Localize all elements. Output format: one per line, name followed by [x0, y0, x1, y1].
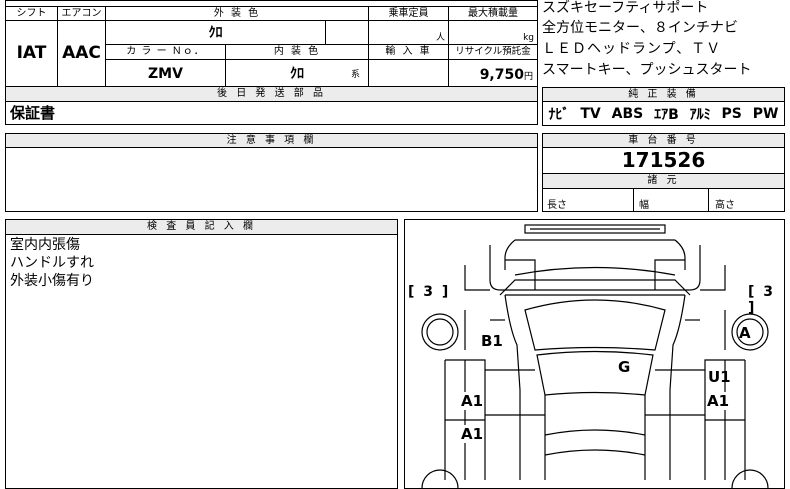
specs-row: 長さ 幅 高さ — [542, 188, 785, 212]
genuine-item: ｴｱB — [654, 106, 679, 123]
car-diagram: [ 3 ] [ 3 ] A B1 G U1 A1 A1 A1 — [404, 219, 785, 489]
damage-mark-a1-right: A1 — [707, 392, 730, 410]
inspector-line: 外装小傷有り — [10, 273, 94, 289]
recycle-unit: 円 — [523, 72, 533, 82]
interior-color-header: 内 装 色 — [226, 45, 369, 60]
right-bracket-label: [ 3 ] — [748, 284, 776, 316]
aircon-header: エアコン — [58, 7, 106, 21]
later-parts-value: 保証書 — [5, 101, 538, 125]
genuine-item: TV — [580, 105, 601, 122]
inspector-body: 室内内張傷 ハンドルすれ 外装小傷有り — [5, 234, 398, 489]
capacity-unit: 人 — [369, 21, 449, 45]
width-label: 幅 — [639, 200, 649, 211]
shift-value: IAT — [6, 21, 58, 86]
exterior-color-header: 外 装 色 — [106, 7, 369, 21]
chassis-header: 車 台 番 号 — [542, 133, 785, 148]
aircon-value: AAC — [58, 21, 106, 86]
inspector-line: 室内内張傷 — [10, 237, 80, 253]
damage-mark-a1-left-rear: A1 — [461, 425, 484, 443]
damage-mark-g: G — [618, 358, 631, 376]
inspector-line: ハンドルすれ — [10, 255, 94, 271]
damage-mark-b1: B1 — [481, 332, 503, 350]
interior-color-suffix: 系 — [351, 70, 361, 80]
notes-body — [5, 147, 538, 212]
color-no-header: カ ラ ー Ｎｏ． — [106, 45, 226, 60]
load-unit: kg — [449, 21, 537, 45]
recycle-value: 9,750 — [479, 67, 524, 83]
recycle-value-cell: 9,750円 — [449, 60, 537, 86]
genuine-item: PW — [752, 105, 779, 122]
max-load-header: 最大積載量 — [449, 7, 537, 21]
genuine-items: ﾅﾋﾞ TV ABS ｴｱB ｱﾙﾐ PS PW — [542, 101, 785, 126]
genuine-header: 純 正 装 備 — [542, 87, 785, 102]
height-label: 高さ — [715, 200, 735, 211]
genuine-item: ABS — [611, 105, 644, 122]
car-outline — [421, 224, 769, 488]
damage-mark-a1-left: A1 — [461, 392, 484, 410]
interior-color-value: ｸﾛ — [226, 60, 369, 86]
recycle-header: リサイクル預託金 — [449, 45, 537, 60]
damage-mark-a: A — [739, 324, 751, 342]
capacity-header: 乗車定員 — [369, 7, 449, 21]
exterior-color-value: ｸﾛ — [106, 21, 326, 45]
damage-mark-u1: U1 — [708, 368, 731, 386]
shift-header: シフト — [6, 7, 58, 21]
inspector-header: 検 査 員 記 入 欄 — [5, 219, 398, 235]
length-label: 長さ — [547, 200, 567, 211]
color-no-value: ZMV — [106, 60, 226, 86]
vehicle-info-table: シフト エアコン 外 装 色 乗車定員 最大積載量 IAT AAC ｸﾛ 人 k… — [5, 0, 538, 87]
genuine-item: ﾅﾋﾞ — [548, 106, 570, 123]
import-header: 輸 入 車 — [369, 45, 449, 60]
genuine-item: ｱﾙﾐ — [689, 106, 711, 123]
specs-header: 諸 元 — [542, 173, 785, 189]
left-bracket-label: [ 3 ] — [408, 284, 451, 300]
notes-header: 注 意 事 項 欄 — [5, 133, 538, 148]
feature-line: ＬＥＤヘッドランプ、ＴＶ — [542, 41, 722, 57]
later-parts-header: 後 日 発 送 部 品 — [5, 87, 538, 102]
genuine-item: PS — [721, 105, 742, 122]
feature-line: 全方位モニター、８インチナビ — [542, 20, 738, 36]
feature-line: スマートキー、プッシュスタート — [542, 62, 752, 78]
feature-line: スズキセーフティサポート — [542, 0, 709, 16]
chassis-number: 171526 — [542, 147, 785, 174]
features-box: スズキセーフティサポート 全方位モニター、８インチナビ ＬＥＤヘッドランプ、ＴＶ… — [542, 0, 785, 85]
